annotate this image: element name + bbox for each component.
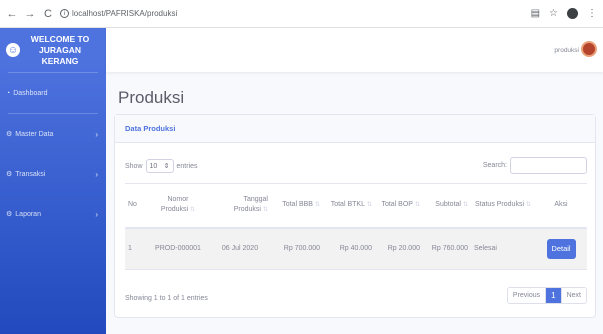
entries-select[interactable]: 10 ⇕	[145, 159, 174, 173]
sidebar: ☺ WELCOME TO JURAGAN KERANG ◔ Dashboard …	[0, 28, 106, 334]
cell-aksi: Detail	[535, 227, 587, 270]
table-info: Showing 1 to 1 of 1 entries	[125, 295, 208, 302]
sort-icon: ⇅	[462, 202, 468, 209]
laugh-wink-icon: ☺	[6, 43, 20, 57]
column-header-total-bop[interactable]: Total BOP ⇅	[375, 183, 423, 229]
chevron-right-icon: ›	[95, 129, 98, 139]
star-icon[interactable]: ☆	[549, 8, 558, 19]
entries-length-control: Show 10 ⇕ entries	[125, 159, 198, 173]
column-header-aksi[interactable]: Aksi	[535, 183, 587, 229]
cog-icon: ⚙	[6, 211, 13, 218]
cell-total-bop: Rp 20.000	[375, 227, 423, 270]
sidebar-item-label: Laporan	[15, 210, 41, 218]
cog-icon: ⚙	[6, 131, 13, 138]
sort-icon: ⇅	[526, 202, 532, 209]
brand-text: WELCOME TO JURAGAN KERANG	[30, 33, 90, 66]
card-title: Data Produksi	[125, 124, 176, 133]
info-icon[interactable]: i	[60, 9, 69, 18]
detail-button[interactable]: Detail	[546, 238, 576, 259]
sort-icon: ⇅	[414, 202, 420, 209]
sort-icon: ⇅	[366, 202, 372, 209]
pagination-next[interactable]: Next	[560, 288, 586, 303]
tachometer-icon: ◔	[6, 89, 11, 97]
pagination-page-1[interactable]: 1	[545, 288, 561, 303]
sidebar-item-label: Dashboard	[13, 89, 48, 97]
search-input[interactable]	[510, 157, 587, 174]
column-header-total-bbb[interactable]: Total BBB ⇅	[271, 183, 323, 229]
pagination: Previous 1 Next	[506, 287, 587, 304]
produksi-table: No Nomor Produksi ⇅ Tanggal Produksi ⇅ Tot…	[125, 183, 587, 270]
cell-total-btkl: Rp 40.000	[323, 227, 375, 270]
column-header-subtotal[interactable]: Subtotal ⇅	[423, 183, 471, 229]
cell-status-produksi: Selesai	[471, 227, 535, 270]
column-header-tanggal-produksi[interactable]: Tanggal Produksi ⇅	[209, 183, 271, 229]
cell-nomor-produksi: PROD-000001	[147, 227, 209, 270]
search-control: Search:	[483, 157, 587, 174]
data-card: Data Produksi Show 10 ⇕ entries Search: …	[114, 114, 596, 318]
browser-actions: ▤ ☆ ⋮	[531, 8, 597, 19]
column-header-nomor-produksi[interactable]: Nomor Produksi ⇅	[147, 183, 209, 229]
column-header-status-produksi[interactable]: Status Produksi ⇅	[471, 183, 535, 229]
sidebar-item-label: Transaksi	[15, 170, 46, 178]
url-text: localhost/PAFRISKA/produksi	[72, 9, 178, 18]
cell-tanggal-produksi: 06 Jul 2020	[209, 227, 271, 270]
sidebar-item-dashboard[interactable]: ◔ Dashboard	[0, 73, 106, 113]
sidebar-item-transaksi[interactable]: ⚙ Transaksi ›	[0, 154, 106, 194]
pagination-previous[interactable]: Previous	[507, 288, 546, 303]
kebab-menu-icon[interactable]: ⋮	[587, 8, 597, 19]
chevron-right-icon: ›	[95, 209, 98, 219]
cell-subtotal: Rp 760.000	[423, 227, 471, 270]
arrow-right-icon[interactable]: →	[24, 8, 36, 20]
user-name[interactable]: produksi	[554, 47, 579, 54]
translate-icon[interactable]: ▤	[531, 8, 540, 19]
topbar: produksi	[106, 28, 603, 72]
show-label: Show	[125, 162, 143, 170]
address-bar[interactable]: i localhost/PAFRISKA/produksi	[60, 9, 177, 18]
sidebar-brand[interactable]: ☺ WELCOME TO JURAGAN KERANG	[0, 28, 106, 72]
search-label: Search:	[482, 162, 507, 169]
cell-no: 1	[125, 227, 147, 270]
page-title: Produksi	[118, 88, 185, 107]
card-header: Data Produksi	[115, 115, 595, 143]
avatar[interactable]	[581, 41, 597, 57]
profile-icon[interactable]	[567, 8, 578, 19]
sidebar-item-laporan[interactable]: ⚙ Laporan ›	[0, 194, 106, 234]
column-header-total-btkl[interactable]: Total BTKL ⇅	[323, 183, 375, 229]
table-row: 1 PROD-000001 06 Jul 2020 Rp 700.000 Rp …	[125, 227, 587, 270]
sort-icon: ⇅	[314, 202, 320, 209]
entries-select-value: 10	[149, 162, 158, 170]
sort-icon: ⇅	[262, 207, 268, 214]
arrow-left-icon[interactable]: ←	[6, 8, 18, 20]
entries-label: entries	[176, 162, 198, 170]
cog-icon: ⚙	[6, 171, 13, 178]
select-arrows-icon: ⇕	[163, 163, 170, 170]
table-header-row: No Nomor Produksi ⇅ Tanggal Produksi ⇅ Tot…	[125, 183, 587, 229]
browser-toolbar: ← → C i localhost/PAFRISKA/produksi ▤ ☆ …	[0, 0, 603, 28]
cell-total-bbb: Rp 700.000	[271, 227, 323, 270]
column-header-no[interactable]: No	[125, 183, 147, 229]
sidebar-item-label: Master Data	[15, 130, 54, 138]
sort-icon: ⇅	[190, 207, 196, 214]
sidebar-item-master-data[interactable]: ⚙ Master Data ›	[0, 114, 106, 154]
reload-icon[interactable]: C	[42, 8, 54, 20]
chevron-right-icon: ›	[95, 169, 98, 179]
